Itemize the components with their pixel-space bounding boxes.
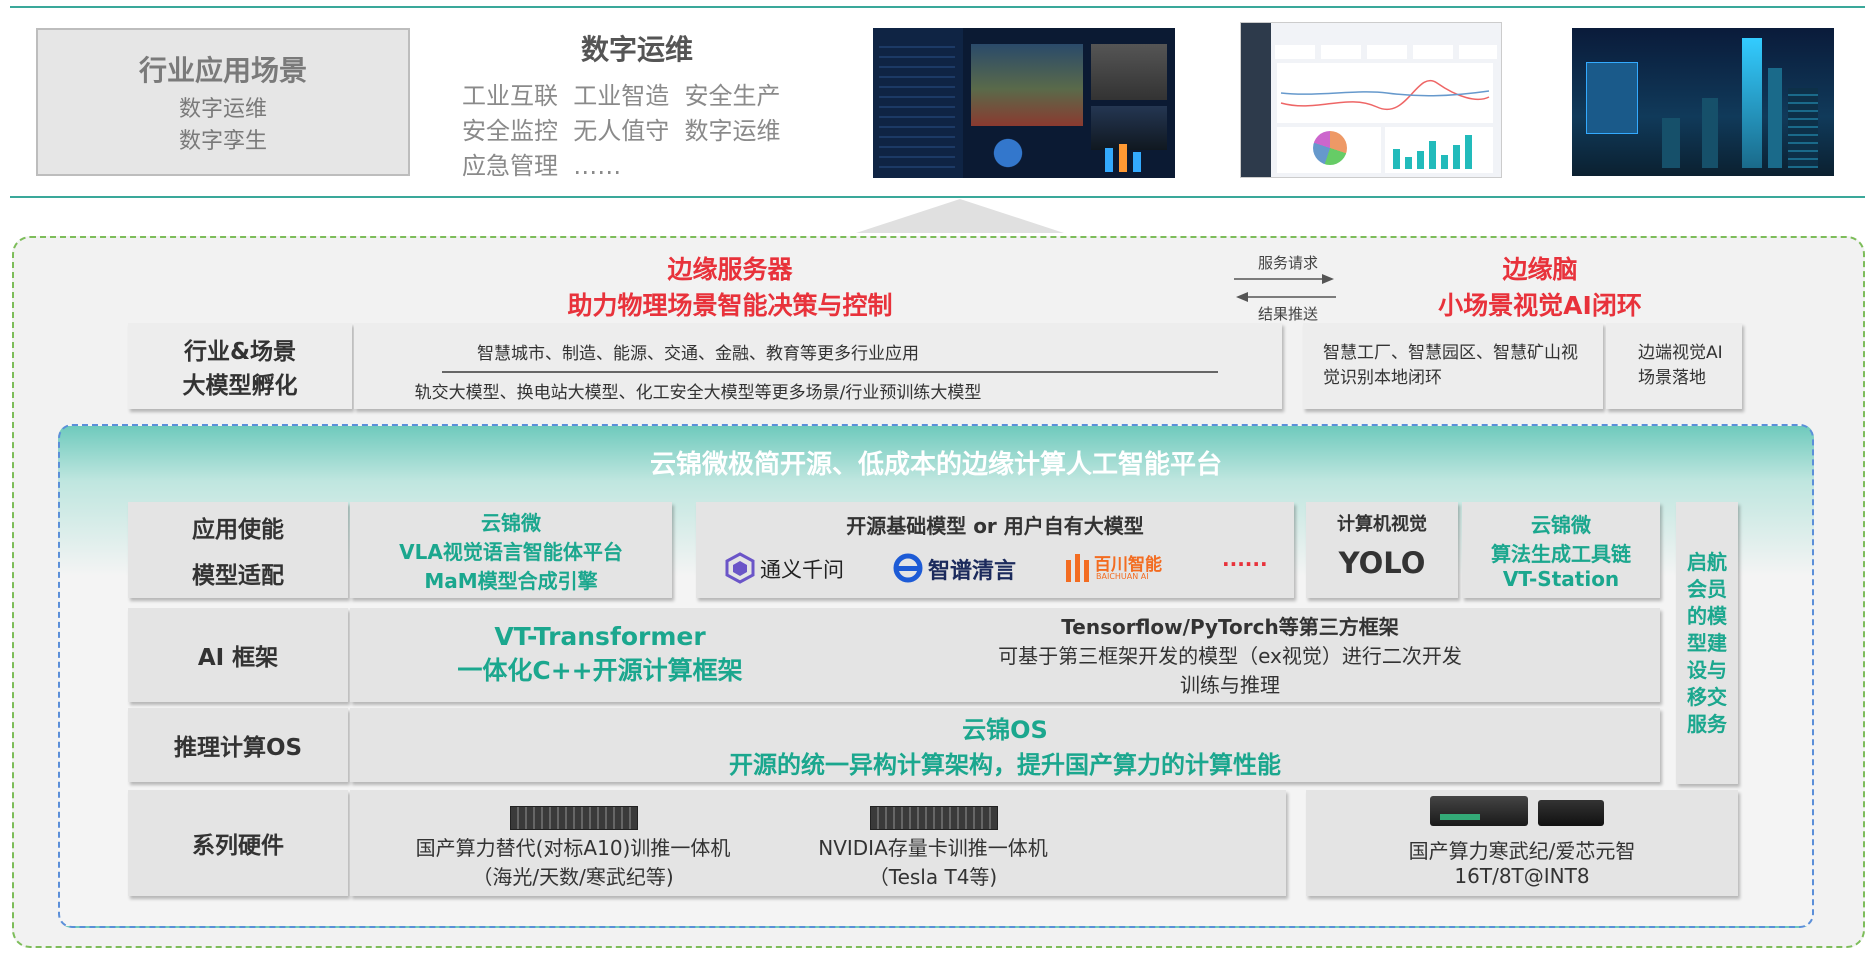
hardware-item-2-line2: （Tesla T4等): [868, 865, 998, 889]
member-service-text: 型建: [1687, 630, 1727, 655]
member-service-text: 服务: [1687, 711, 1727, 736]
member-service-text: 移交: [1687, 684, 1727, 709]
left-arrow-icon: [1236, 292, 1336, 302]
server-image-2: [870, 806, 998, 830]
app-enable-label-line2: 模型适配: [192, 563, 284, 589]
hardware-item-3-line2: 16T/8T@INT8: [1454, 863, 1590, 888]
industry-scene-title: 行业应用场景: [138, 54, 307, 87]
platform-title: 云锦微极简开源、低成本的边缘计算人工智能平台: [649, 450, 1222, 480]
edge-hardware-box: 国产算力寒武纪/爱芯元智 16T/8T@INT8: [1306, 790, 1738, 896]
app-enable-label-box: 应用使能 模型适配: [128, 502, 348, 598]
third-party-desc: 可基于第三框架开发的模型（ex视觉）进行二次开发: [998, 643, 1462, 668]
member-service-box: 启航 会员 的模 型建 设与 移交 服务: [1676, 502, 1738, 784]
incubation-right2-text: 边端视觉AI场景落地: [1638, 343, 1723, 388]
result-push-label: 结果推送: [1257, 305, 1318, 323]
hardware-item-1: 国产算力替代(对标A10)训推一体机 （海光/天数/寒武纪等): [390, 832, 756, 890]
screenshot-thumbnail-digital-twin: [1572, 28, 1834, 176]
third-party-desc2: 训练与推理: [1180, 672, 1280, 697]
hardware-item-3-line1: 国产算力寒武纪/爱芯元智: [1408, 838, 1636, 863]
os-content-box: 云锦OS 开源的统一异构计算架构，提升国产算力的计算性能: [350, 708, 1660, 782]
hardware-content-box: 国产算力替代(对标A10)训推一体机 （海光/天数/寒武纪等) NVIDIA存量…: [350, 790, 1286, 896]
digital-ops-block: 数字运维 工业互联 工业智造 安全生产 安全监控 无人值守 数字运维 应急管理 …: [462, 28, 842, 180]
vla-platform-box: 云锦微 VLA视觉语言智能体平台 MaM模型合成引擎: [350, 502, 672, 598]
third-party-title: Tensorflow/PyTorch等第三方框架: [1061, 614, 1399, 639]
vt-transformer-subtitle: 一体化C++开源计算框架: [457, 655, 743, 685]
server-image-1: [510, 806, 638, 830]
third-party-framework-block: Tensorflow/PyTorch等第三方框架 可基于第三框架开发的模型（ex…: [950, 612, 1510, 697]
yolo-label: YOLO: [1338, 546, 1426, 580]
zhipu-logo-icon: [893, 553, 923, 583]
top-border-line: [10, 6, 1865, 8]
incubation-right-box-2: 边端视觉AI场景落地: [1606, 323, 1742, 409]
zhipu-logo-text: 智谱清言: [928, 559, 1017, 584]
incubation-divider: [442, 371, 1218, 373]
hardware-item-2: NVIDIA存量卡训推一体机 （Tesla T4等): [798, 832, 1068, 890]
edge-box-image-1: [1430, 796, 1528, 826]
os-desc: 开源的统一异构计算架构，提升国产算力的计算性能: [729, 751, 1281, 779]
vla-line3: MaM模型合成引擎: [424, 568, 598, 593]
baichuan-logo-icon: [1066, 554, 1089, 582]
digital-ops-row: 安全监控 无人值守 数字运维: [462, 117, 781, 145]
more-models-dots: ······: [1222, 552, 1268, 576]
hardware-item-2-line1: NVIDIA存量卡训推一体机: [818, 836, 1048, 860]
hardware-item-3: 国产算力寒武纪/爱芯元智 16T/8T@INT8: [1306, 832, 1738, 890]
incubation-row1: 智慧城市、制造、能源、交通、金融、教育等更多行业应用: [477, 344, 919, 364]
vt-station-line3: VT-Station: [1502, 567, 1620, 591]
os-label-box: 推理计算OS: [128, 708, 348, 782]
hardware-item-1-line2: （海光/天数/寒武纪等): [472, 865, 674, 889]
up-arrow-icon: [856, 199, 1064, 233]
digital-ops-title: 数字运维: [580, 33, 693, 66]
edge-server-subtitle: 助力物理场景智能决策与控制: [567, 291, 893, 320]
vla-line2: VLA视觉语言智能体平台: [399, 539, 623, 564]
hardware-label: 系列硬件: [192, 833, 284, 859]
edge-brain-heading: 边缘脑 小场景视觉AI闭环: [1400, 252, 1680, 320]
os-title: 云锦OS: [962, 716, 1048, 744]
edge-server-heading: 边缘服务器 助力物理场景智能决策与控制: [520, 252, 940, 320]
model-logos-row: 通义千问 智谱清言 百川智能 BAICHUAN AI ······: [724, 550, 1284, 586]
industry-scene-line2: 数字孪生: [178, 129, 267, 154]
baichuan-logo-subtext: BAICHUAN AI: [1096, 572, 1149, 581]
edge-brain-subtitle: 小场景视觉AI闭环: [1438, 291, 1642, 320]
app-enable-label-line1: 应用使能: [192, 517, 284, 543]
edge-server-title: 边缘服务器: [667, 255, 793, 284]
vt-station-line2: 算法生成工具链: [1491, 542, 1631, 566]
foundation-models-title: 开源基础模型 or 用户自有大模型: [846, 514, 1144, 538]
member-service-text: 设与: [1687, 657, 1727, 682]
screenshot-thumbnail-dashboard: [873, 28, 1175, 178]
member-service-text: 会员: [1687, 576, 1727, 601]
hardware-item-1-line1: 国产算力替代(对标A10)训推一体机: [415, 836, 731, 860]
ai-framework-label: AI 框架: [197, 645, 279, 671]
tongyi-logo-text: 通义千问: [760, 558, 844, 582]
vla-line1: 云锦微: [481, 510, 541, 535]
computer-vision-title: 计算机视觉: [1337, 514, 1427, 535]
incubation-right1-text: 智慧工厂、智慧园区、智慧矿山视觉识别本地闭环: [1323, 343, 1578, 388]
vt-transformer-title: VT-Transformer: [494, 621, 706, 651]
ai-framework-content-box: VT-Transformer 一体化C++开源计算框架 Tensorflow/P…: [350, 608, 1660, 702]
incubation-right-box-1: 智慧工厂、智慧园区、智慧矿山视觉识别本地闭环: [1303, 323, 1603, 409]
member-service-text: 启航: [1687, 549, 1727, 574]
edge-brain-title: 边缘脑: [1502, 255, 1578, 284]
right-arrow-icon: [1234, 274, 1334, 284]
hardware-label-box: 系列硬件: [128, 790, 348, 896]
vt-transformer-block: VT-Transformer 一体化C++开源计算框架: [390, 616, 810, 692]
tongyi-logo-icon: [725, 552, 755, 584]
digital-ops-row: 工业互联 工业智造 安全生产: [462, 82, 781, 110]
member-service-text: 的模: [1687, 603, 1727, 628]
incubation-content-box: 智慧城市、制造、能源、交通、金融、教育等更多行业应用 轨交大模型、换电站大模型、…: [354, 323, 1282, 409]
vt-station-box: 云锦微 算法生成工具链 VT-Station: [1462, 502, 1660, 598]
computer-vision-box: 计算机视觉 YOLO: [1306, 502, 1458, 598]
os-label: 推理计算OS: [173, 735, 303, 761]
screenshot-thumbnail-admin: [1240, 22, 1502, 178]
service-request-label: 服务请求: [1257, 254, 1318, 272]
foundation-models-box: 开源基础模型 or 用户自有大模型 通义千问 智谱清言 百川智能 BAICHUA…: [696, 502, 1294, 598]
ai-framework-label-box: AI 框架: [128, 608, 348, 702]
industry-scene-box: 行业应用场景 数字运维 数字孪生: [36, 28, 410, 176]
incubation-row2: 轨交大模型、换电站大模型、化工安全大模型等更多场景/行业预训练大模型: [414, 383, 982, 403]
industry-scene-line1: 数字运维: [178, 97, 267, 122]
vt-station-line1: 云锦微: [1531, 513, 1591, 537]
digital-ops-row: 应急管理 ……: [462, 152, 622, 180]
edge-box-image-2: [1538, 800, 1604, 826]
